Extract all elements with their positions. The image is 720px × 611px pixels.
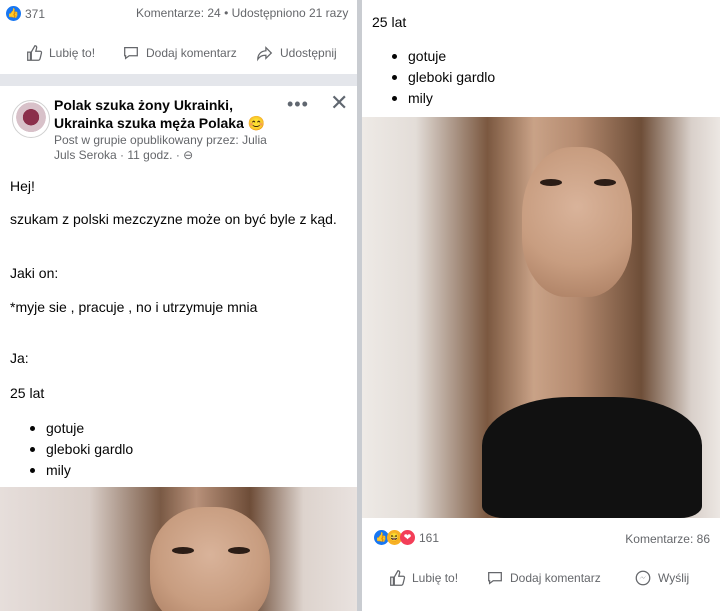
share-icon bbox=[257, 46, 273, 62]
reaction-count: 371 bbox=[25, 6, 46, 21]
list-item: mily bbox=[372, 88, 702, 109]
like-label: Lubię to! bbox=[412, 571, 459, 585]
left-screenshot: 👍 371 Komentarze: 24 • Udostępniono 21 r… bbox=[0, 0, 357, 611]
more-icon[interactable]: ••• bbox=[287, 94, 309, 115]
post-text-line: szukam z polski mezczyzne może on być by… bbox=[10, 211, 337, 227]
like-icon: 👍 bbox=[6, 6, 21, 21]
post-actions-bar: Lubię to! Dodaj komentarz Wyślij bbox=[362, 563, 720, 593]
photo-detail bbox=[540, 179, 562, 186]
shares-count: Udostępniono 21 razy bbox=[231, 6, 349, 20]
thumbs-up-icon bbox=[27, 45, 43, 61]
photo-subject bbox=[522, 147, 632, 297]
post-text-line: Jaki on: bbox=[10, 265, 59, 281]
traits-list: gotuje gleboki gardlo mily bbox=[10, 418, 340, 481]
close-icon[interactable]: ✕ bbox=[330, 90, 348, 116]
comment-icon bbox=[124, 46, 138, 60]
reaction-summary[interactable]: 👍 371 bbox=[6, 6, 45, 21]
post-photo[interactable] bbox=[362, 117, 720, 518]
list-item: gleboki gardlo bbox=[372, 67, 702, 88]
post-text-line: Ja: bbox=[10, 350, 29, 366]
comment-label: Dodaj komentarz bbox=[510, 571, 601, 585]
send-button[interactable]: Wyślij bbox=[634, 563, 689, 593]
messenger-icon bbox=[635, 570, 651, 586]
comments-shares-summary[interactable]: Komentarze: 24 • Udostępniono 21 razy bbox=[136, 6, 348, 20]
share-label: Udostępnij bbox=[280, 46, 337, 60]
photo-detail bbox=[594, 179, 616, 186]
comments-count[interactable]: Komentarze: 86 bbox=[625, 532, 710, 546]
photo-detail bbox=[228, 547, 250, 554]
group-avatar[interactable] bbox=[12, 100, 50, 138]
traits-list: gotuje gleboki gardlo mily bbox=[372, 46, 702, 109]
reaction-count: 161 bbox=[419, 530, 440, 545]
list-item: gotuje bbox=[10, 418, 340, 439]
reaction-summary[interactable]: 👍 😆 ❤ 161 bbox=[374, 530, 439, 545]
love-icon: ❤ bbox=[400, 530, 415, 545]
list-item: mily bbox=[10, 460, 340, 481]
post-stats-bar: 👍 😆 ❤ 161 Komentarze: 86 bbox=[362, 528, 720, 548]
like-button[interactable]: Lubię to! bbox=[388, 563, 458, 593]
post-text-line: *myje sie , pracuje , no i utrzymuje mni… bbox=[10, 299, 258, 315]
like-label: Lubię to! bbox=[49, 46, 96, 60]
post-actions-bar: Lubię to! Dodaj komentarz Udostępnij bbox=[0, 38, 357, 68]
thumbs-up-icon bbox=[390, 570, 406, 586]
comment-label: Dodaj komentarz bbox=[146, 46, 237, 60]
photo-subject bbox=[150, 507, 270, 611]
post-header: Polak szuka żony Ukrainki, Ukrainka szuk… bbox=[0, 88, 357, 168]
smile-emoji: 😊 bbox=[247, 115, 266, 131]
comment-icon bbox=[488, 571, 502, 585]
comment-button[interactable]: Dodaj komentarz bbox=[122, 38, 237, 68]
list-item: gleboki gardlo bbox=[10, 439, 340, 460]
post-meta: Post w grupie opublikowany przez: Julia … bbox=[54, 133, 267, 162]
feed-separator bbox=[0, 74, 357, 86]
comment-button[interactable]: Dodaj komentarz bbox=[486, 563, 601, 593]
photo-detail bbox=[172, 547, 194, 554]
photo-detail bbox=[482, 397, 702, 518]
like-button[interactable]: Lubię to! bbox=[25, 38, 95, 68]
share-button[interactable]: Udostępnij bbox=[256, 38, 337, 68]
post-age: 25 lat bbox=[10, 385, 45, 401]
group-title[interactable]: Polak szuka żony Ukrainki, Ukrainka szuk… bbox=[54, 96, 284, 132]
post-photo[interactable] bbox=[0, 487, 357, 611]
send-label: Wyślij bbox=[658, 571, 690, 585]
list-item: gotuje bbox=[372, 46, 702, 67]
comments-count: Komentarze: 24 bbox=[136, 6, 221, 20]
post-stats-bar: 👍 371 Komentarze: 24 • Udostępniono 21 r… bbox=[0, 0, 357, 30]
post-greeting: Hej! bbox=[10, 178, 35, 194]
right-screenshot: 25 lat gotuje gleboki gardlo mily 👍 😆 ❤ … bbox=[362, 0, 720, 611]
separator-dot: • bbox=[224, 6, 229, 20]
post-age: 25 lat bbox=[372, 14, 407, 30]
